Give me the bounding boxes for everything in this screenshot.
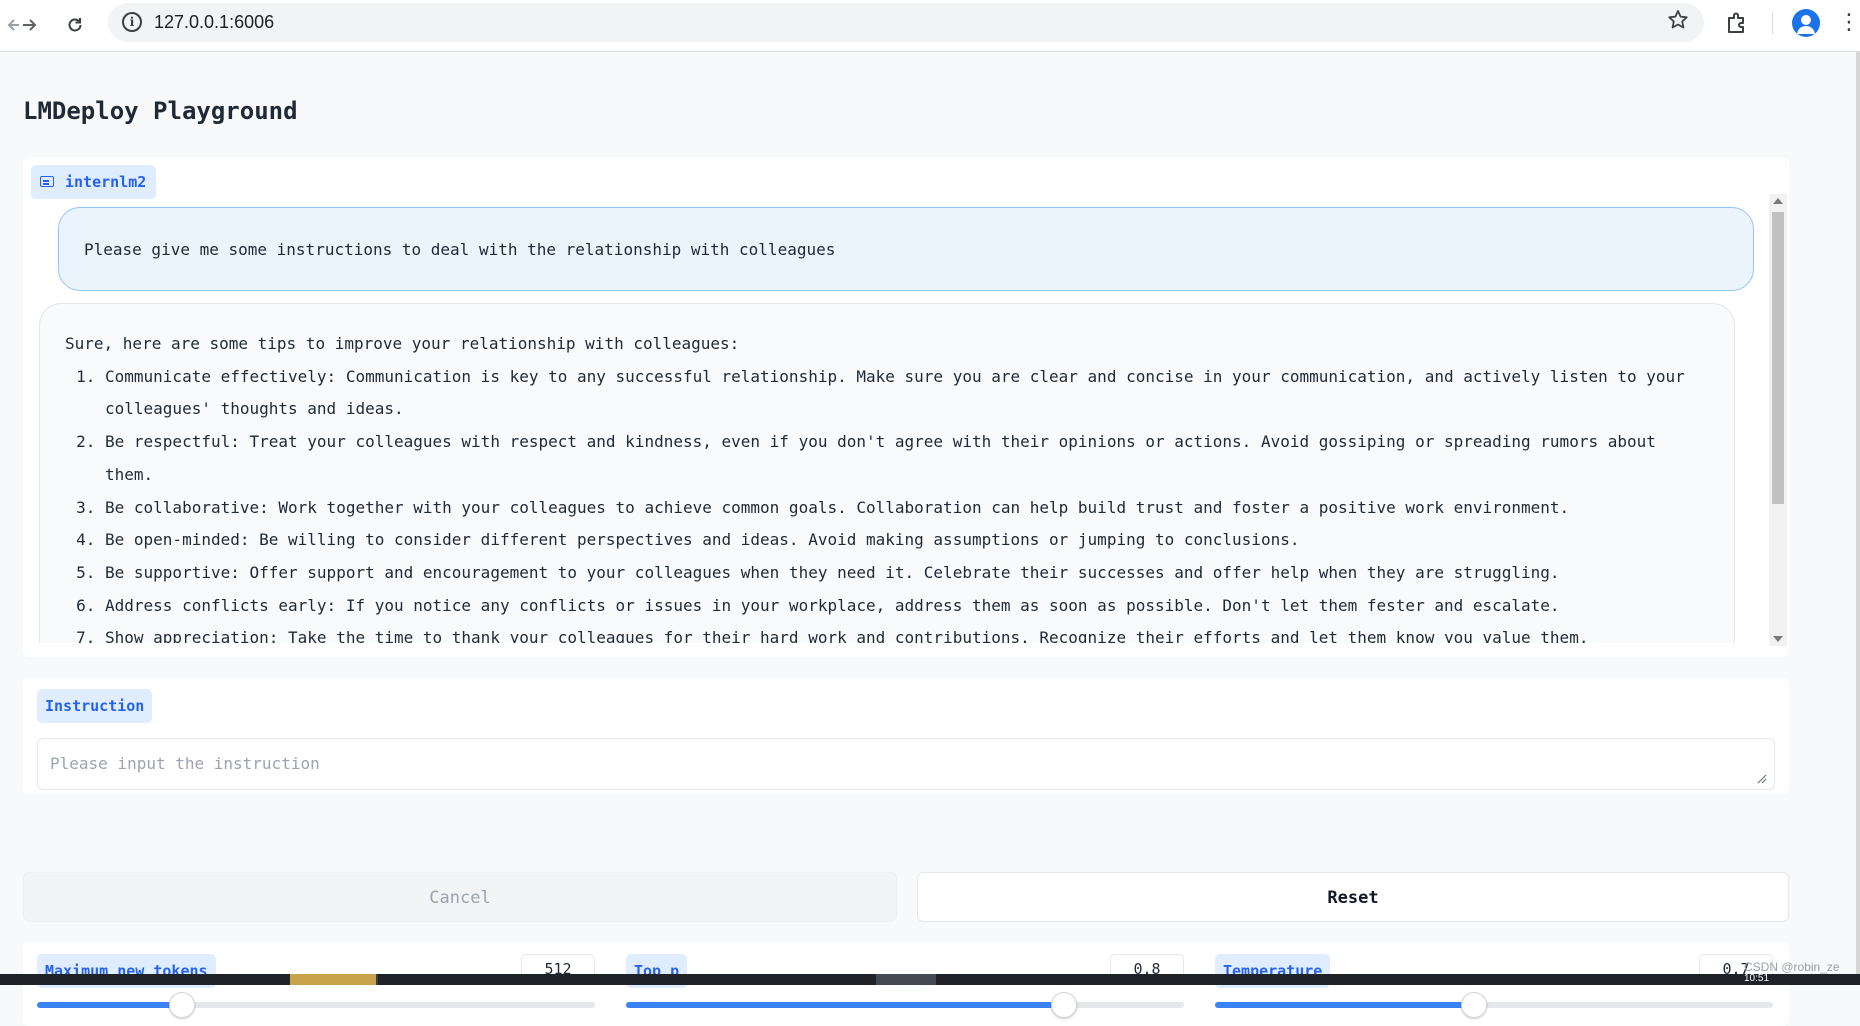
watermark: CSDN @robin_ze — [1744, 960, 1840, 974]
list-item: Communicate effectively: Communication i… — [105, 361, 1709, 426]
taskbar: 10:51 — [0, 973, 1860, 985]
list-item: Be collaborative: Work together with you… — [105, 492, 1709, 525]
param-top-p: Top_p 0.8 — [612, 954, 1184, 1026]
temperature-slider[interactable] — [1215, 992, 1773, 1018]
taskbar-active-app[interactable] — [876, 974, 936, 985]
scroll-down-arrow[interactable] — [1773, 636, 1783, 642]
bot-list: Communicate effectively: Communication i… — [105, 361, 1709, 643]
profile-button[interactable] — [1792, 9, 1820, 37]
chat-scrollbar[interactable] — [1769, 194, 1787, 646]
slider-handle[interactable] — [169, 992, 196, 1018]
resize-grip-icon[interactable] — [1757, 774, 1767, 784]
list-item: Address conflicts early: If you notice a… — [105, 590, 1709, 623]
max-new-tokens-slider[interactable] — [37, 992, 595, 1018]
scroll-thumb[interactable] — [1772, 212, 1784, 504]
slider-handle[interactable] — [1461, 992, 1488, 1018]
top-p-slider[interactable] — [626, 992, 1184, 1018]
reload-button[interactable] — [60, 10, 90, 40]
address-bar[interactable]: i 127.0.0.1:6006 — [108, 3, 1704, 42]
taskbar-widget[interactable] — [290, 974, 376, 985]
bot-message: Sure, here are some tips to improve your… — [39, 303, 1735, 643]
slider-handle[interactable] — [1051, 992, 1078, 1018]
page-scrollbar[interactable] — [1856, 52, 1860, 974]
page-title: LMDeploy Playground — [23, 97, 298, 125]
scroll-up-arrow[interactable] — [1773, 198, 1783, 204]
star-icon — [1668, 10, 1688, 29]
reset-button[interactable]: Reset — [917, 872, 1789, 922]
slider-fill — [37, 1002, 183, 1008]
taskbar-separator — [376, 974, 378, 985]
reload-icon — [68, 18, 82, 32]
bot-intro: Sure, here are some tips to improve your… — [65, 334, 740, 353]
forward-button[interactable] — [14, 10, 44, 40]
puzzle-icon — [1728, 12, 1744, 33]
model-label: internlm2 — [31, 165, 157, 199]
site-info-icon[interactable]: i — [122, 12, 142, 32]
instruction-label: Instruction — [37, 689, 153, 723]
cancel-button[interactable]: Cancel — [23, 872, 897, 922]
taskbar-clock: 10:51 — [1744, 973, 1770, 984]
toolbar-separator — [1772, 12, 1773, 34]
chat-icon — [40, 176, 54, 187]
param-temperature: Temperature 0.7 — [1201, 954, 1773, 1026]
list-item: Show appreciation: Take the time to than… — [105, 622, 1709, 643]
extensions-button[interactable] — [1724, 10, 1750, 36]
arrow-right-icon — [23, 19, 37, 31]
instruction-input[interactable] — [37, 738, 1775, 790]
list-item: Be respectful: Treat your colleagues wit… — [105, 426, 1709, 491]
instruction-panel: Instruction — [23, 678, 1789, 794]
model-name: internlm2 — [65, 173, 147, 191]
chatbot-panel: internlm2 Please give me some instructio… — [23, 157, 1789, 657]
list-item: Be open-minded: Be willing to consider d… — [105, 524, 1709, 557]
param-max-new-tokens: Maximum new tokens 512 — [23, 954, 595, 1026]
slider-fill — [1215, 1002, 1475, 1008]
slider-fill — [626, 1002, 1065, 1008]
list-item: Be supportive: Offer support and encoura… — [105, 557, 1709, 590]
more-vertical-icon[interactable]: ⋮ — [1838, 10, 1860, 35]
url-text[interactable]: 127.0.0.1:6006 — [154, 12, 274, 33]
person-icon — [1797, 15, 1815, 34]
user-message: Please give me some instructions to deal… — [58, 207, 1754, 291]
browser-toolbar: i 127.0.0.1:6006 ⋮ — [0, 0, 1860, 52]
page: LMDeploy Playground internlm2 Please giv… — [0, 52, 1856, 1026]
bookmark-button[interactable] — [1666, 8, 1690, 38]
